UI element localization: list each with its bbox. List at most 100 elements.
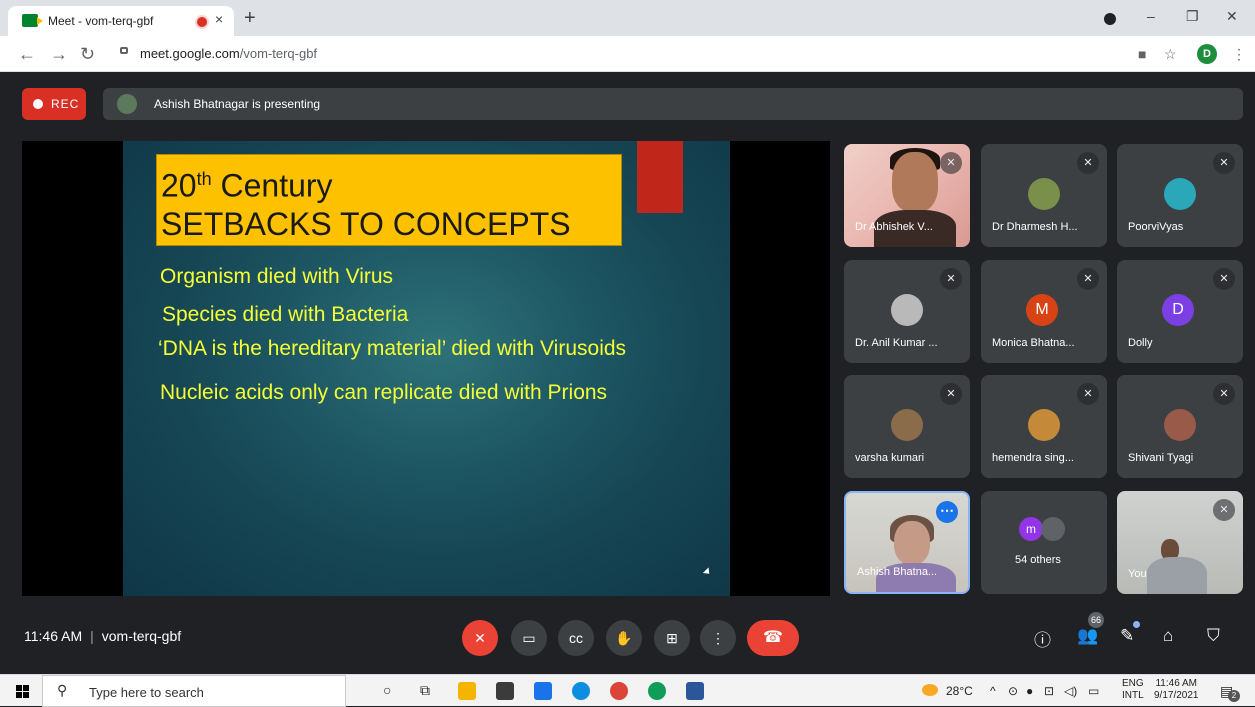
presenting-text: Ashish Bhatnagar is presenting	[154, 97, 321, 111]
windows-start-icon[interactable]	[16, 685, 29, 698]
raise-hand-button[interactable]: ✋	[606, 620, 642, 656]
address-bar[interactable]: meet.google.com/vom-terq-gbf	[106, 41, 1236, 67]
others-tile[interactable]: m 54 others	[981, 491, 1107, 594]
recording-indicator-icon	[197, 17, 207, 27]
participant-avatar	[1041, 517, 1065, 541]
slide-accent-bar	[637, 141, 683, 213]
mic-muted-icon: ✕	[940, 268, 962, 290]
more-options-button[interactable]: ⋮	[700, 620, 736, 656]
activities-icon[interactable]: ⌂	[1163, 626, 1173, 646]
others-count: 54 others	[1015, 554, 1061, 566]
store-icon[interactable]	[496, 682, 514, 700]
participant-avatar: M	[1026, 294, 1058, 326]
meet-tray-icon[interactable]: ⊙	[1008, 684, 1018, 698]
mic-muted-icon: ✕	[1077, 152, 1099, 174]
chrome-profile-icon[interactable]	[648, 682, 666, 700]
mail-icon[interactable]	[534, 682, 552, 700]
system-clock[interactable]: 11:46 AM 9/17/2021	[1154, 678, 1199, 702]
browser-toolbar: ← → ↻ meet.google.com/vom-terq-gbf ■ ☆ D…	[0, 36, 1255, 72]
participant-name: Dr Abhishek V...	[855, 221, 933, 233]
taskbar-search[interactable]: ⚲ Type here to search	[42, 675, 346, 707]
file-explorer-icon[interactable]	[458, 682, 476, 700]
self-video	[1147, 557, 1207, 594]
camera-in-use-icon[interactable]: ■	[1138, 46, 1146, 62]
mic-muted-icon: ✕	[1077, 268, 1099, 290]
browser-menu-icon[interactable]: ⋮	[1232, 46, 1246, 63]
edge-icon[interactable]	[572, 682, 590, 700]
participant-name: Dolly	[1128, 337, 1153, 349]
close-window-button[interactable]: ✕	[1226, 8, 1238, 25]
back-button[interactable]: ←	[18, 44, 36, 65]
participant-tile[interactable]: ✕ Shivani Tyagi	[1117, 375, 1243, 478]
cortana-icon[interactable]: ○	[383, 682, 391, 698]
meeting-control-bar: 11:46 AM | vom-terq-gbf ✕ ▭ cc ✋ ⊞ ⋮ ☎ ⓘ 6…	[0, 604, 1255, 668]
minimize-button[interactable]: –	[1147, 8, 1155, 24]
forward-button[interactable]: →	[50, 44, 68, 65]
mic-muted-icon: ✕	[940, 152, 962, 174]
present-now-button[interactable]: ⊞	[654, 620, 690, 656]
leave-call-button[interactable]: ☎	[747, 620, 799, 656]
maximize-button[interactable]: ❐	[1186, 8, 1199, 25]
participant-avatar	[891, 294, 923, 326]
input-language[interactable]: ENG INTL	[1122, 678, 1144, 702]
participant-tile[interactable]: ⋯ Ashish Bhatna...	[844, 491, 970, 594]
meeting-details-icon[interactable]: ⓘ	[1034, 626, 1051, 651]
chat-notification-dot	[1133, 621, 1140, 628]
meet-favicon-icon	[22, 14, 43, 27]
search-placeholder: Type here to search	[89, 685, 204, 700]
microphone-toggle-button[interactable]: ✕	[462, 620, 498, 656]
mic-muted-icon: ✕	[1213, 268, 1235, 290]
participant-name: Ashish Bhatna...	[857, 566, 938, 578]
participant-tile[interactable]: ✕ Dr Dharmesh H...	[981, 144, 1107, 247]
recording-badge: REC	[22, 88, 86, 120]
slide-bullet: Organism died with Virus	[160, 265, 394, 288]
slide-bullet: ‘DNA is the hereditary material’ died wi…	[158, 337, 627, 360]
slide-bullet: Species died with Bacteria	[162, 303, 409, 326]
weather-icon[interactable]	[922, 684, 938, 696]
camera-toggle-button[interactable]: ▭	[511, 620, 547, 656]
show-hidden-icons-icon[interactable]: ^	[990, 684, 996, 698]
browser-tab-strip: Meet - vom-terq-gbf × + – ❐ ✕	[0, 0, 1255, 36]
network-icon[interactable]: ⊡	[1044, 684, 1054, 698]
presenting-banner: Ashish Bhatnagar is presenting	[103, 88, 1243, 120]
bookmark-star-icon[interactable]: ☆	[1164, 46, 1177, 63]
participant-avatar	[1028, 178, 1060, 210]
participant-tile[interactable]: ✕ varsha kumari	[844, 375, 970, 478]
participant-tile[interactable]: ✕ Dr Abhishek V...	[844, 144, 970, 247]
slide-title: 20th Century SETBACKS TO CONCEPTS	[156, 154, 622, 246]
browser-tab[interactable]: Meet - vom-terq-gbf ×	[8, 6, 234, 36]
word-icon[interactable]	[686, 682, 704, 700]
participant-name: Dr Dharmesh H...	[992, 221, 1078, 233]
tab-close-button[interactable]: ×	[215, 11, 223, 27]
chrome-icon[interactable]	[610, 682, 628, 700]
participant-tile[interactable]: ✕ D Dolly	[1117, 260, 1243, 363]
participant-tile[interactable]: ✕ Dr. Anil Kumar ...	[844, 260, 970, 363]
participant-tile[interactable]: ✕ M Monica Bhatna...	[981, 260, 1107, 363]
profile-avatar[interactable]: D	[1197, 44, 1217, 64]
chat-icon[interactable]: ✎	[1120, 626, 1134, 646]
participant-avatar: m	[1019, 517, 1043, 541]
tab-title: Meet - vom-terq-gbf	[48, 14, 154, 28]
tab-search-icon[interactable]	[1104, 13, 1116, 25]
host-controls-icon[interactable]: ⛉	[1207, 626, 1220, 646]
participant-avatar	[1164, 178, 1196, 210]
meeting-time: 11:46 AM	[24, 628, 83, 644]
volume-icon[interactable]: ◁)	[1064, 684, 1077, 698]
more-options-icon[interactable]: ⋯	[936, 501, 958, 523]
captions-button[interactable]: cc	[558, 620, 594, 656]
self-tile[interactable]: ✕ You	[1117, 491, 1243, 594]
task-view-icon[interactable]: ⧉	[420, 682, 430, 699]
notification-count-badge: 2	[1228, 690, 1240, 702]
lock-icon	[120, 47, 128, 54]
participant-name: Shivani Tyagi	[1128, 452, 1194, 464]
participant-name: You	[1128, 568, 1147, 580]
participant-tile[interactable]: ✕ PoorviVyas	[1117, 144, 1243, 247]
presentation-stage: 20th Century SETBACKS TO CONCEPTS Organi…	[22, 141, 830, 596]
microphone-tray-icon[interactable]: ●	[1026, 684, 1033, 698]
reload-button[interactable]: ↻	[80, 44, 95, 65]
meeting-details: 11:46 AM | vom-terq-gbf	[24, 628, 181, 644]
new-tab-button[interactable]: +	[244, 7, 256, 30]
participant-tile[interactable]: ✕ hemendra sing...	[981, 375, 1107, 478]
battery-icon[interactable]: ▭	[1088, 684, 1099, 698]
people-icon[interactable]: 👥	[1077, 626, 1098, 646]
